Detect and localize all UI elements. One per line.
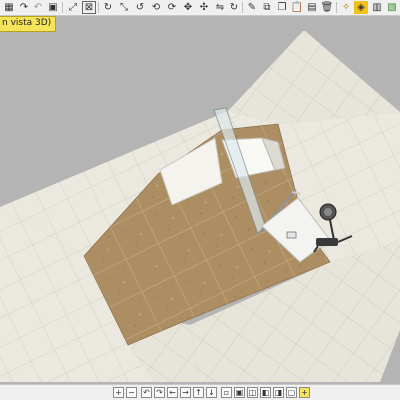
arrow-up-icon[interactable]: ↑ (193, 387, 204, 398)
zoom-out-icon[interactable]: − (126, 387, 137, 398)
flip-icon[interactable]: ⇋ (213, 1, 227, 14)
resize-icon[interactable]: ⤡ (117, 1, 131, 14)
zoom-in-icon[interactable]: + (113, 387, 124, 398)
view-2-icon[interactable]: ▣ (234, 387, 245, 398)
rotate-icon-2[interactable]: ↻ (227, 1, 241, 14)
rotate-right-icon[interactable]: ↷ (154, 387, 165, 398)
3d-viewport[interactable] (0, 31, 400, 382)
pan-icon[interactable]: ✣ (197, 1, 211, 14)
move-icon[interactable]: ✥ (181, 1, 195, 14)
rotate-3d-icon[interactable]: ⟲ (149, 1, 163, 14)
arrow-right-icon[interactable]: → (180, 387, 191, 398)
arrow-down-icon[interactable]: ↓ (206, 387, 217, 398)
wall-top-right (228, 31, 400, 124)
lock-icon[interactable]: ▣ (46, 1, 60, 14)
measure-icon[interactable]: ✎ (245, 1, 259, 14)
expand-icon[interactable]: ⊠ (82, 1, 96, 14)
pdf-icon[interactable]: ▥ (370, 1, 384, 14)
view-5-icon[interactable]: ◨ (273, 387, 284, 398)
grid-icon[interactable]: ▦ (2, 1, 16, 14)
package-icon[interactable]: ✧ (339, 1, 353, 14)
add-icon[interactable]: + (299, 387, 310, 398)
copy-icon[interactable]: ⧉ (260, 1, 274, 14)
arrow-left-icon[interactable]: ← (167, 387, 178, 398)
rotate-left-icon[interactable]: ↶ (141, 387, 152, 398)
clipboard-2-icon[interactable]: ▤ (305, 1, 319, 14)
view-mode-label: n vista 3D) (0, 16, 57, 32)
top-toolbar: ▦ ↷ ↶ ▣ ⤢ ⊠ ↻ ⤡ ↺ ⟲ ⟳ ✥ ✣ ⇋ ↻ ✎ ⧉ ❐ 📋 ▤ … (0, 0, 400, 16)
clipboard-icon[interactable]: 📋 (290, 1, 304, 14)
cube-icon[interactable]: ◈ (354, 1, 368, 14)
zoom-extents-icon[interactable]: ⤢ (66, 1, 80, 14)
view-3-icon[interactable]: ◫ (247, 387, 258, 398)
rotate-icon[interactable]: ↻ (101, 1, 115, 14)
undo-disabled-icon[interactable]: ↶ (31, 1, 45, 14)
view-4-icon[interactable]: ◧ (260, 387, 271, 398)
bottom-toolbar: + − ↶ ↷ ← → ↑ ↓ ▫ ▣ ◫ ◧ ◨ ▢ + (0, 384, 400, 400)
view-1-icon[interactable]: ▫ (221, 387, 232, 398)
rotate-right-icon[interactable]: ⟳ (165, 1, 179, 14)
paste-icon[interactable]: ❐ (275, 1, 289, 14)
redo-icon[interactable]: ↷ (17, 1, 31, 14)
drain-icon (286, 231, 297, 239)
rotate-left-icon[interactable]: ↺ (133, 1, 147, 14)
export-icon[interactable]: ▧ (385, 1, 399, 14)
delete-icon[interactable]: 🗑 (320, 1, 334, 14)
view-6-icon[interactable]: ▢ (286, 387, 297, 398)
